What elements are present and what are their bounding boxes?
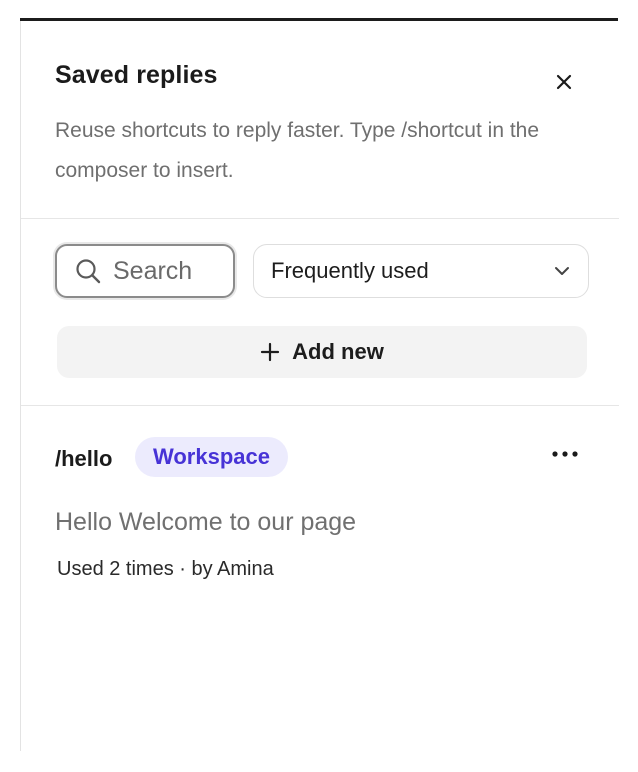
saved-replies-panel: Saved replies Reuse shortcuts to reply f… <box>20 21 619 751</box>
add-new-button[interactable]: Add new <box>57 326 587 378</box>
saved-reply-item[interactable]: /hello Workspace Hello Welcome to our pa… <box>21 406 619 606</box>
more-options-button[interactable] <box>547 442 583 466</box>
panel-title: Saved replies <box>55 61 218 89</box>
search-input[interactable] <box>113 256 223 286</box>
panel-description: Reuse shortcuts to reply faster. Type /s… <box>55 119 540 182</box>
more-horizontal-icon <box>552 451 578 457</box>
close-icon <box>556 74 572 90</box>
panel-header: Saved replies Reuse shortcuts to reply f… <box>21 21 619 219</box>
sort-select[interactable]: Frequently used <box>253 244 589 298</box>
reply-text: Hello Welcome to our page <box>55 508 357 536</box>
plus-icon <box>261 342 280 362</box>
scope-badge: Workspace <box>135 437 288 477</box>
chevron-down-icon <box>555 267 569 275</box>
search-icon <box>76 259 101 284</box>
sort-select-value: Frequently used <box>271 258 429 283</box>
add-new-label: Add new <box>292 339 384 364</box>
reply-meta: Used 2 times · by Amina <box>57 558 274 580</box>
close-button[interactable] <box>549 67 579 97</box>
controls-section: Frequently used Add new <box>21 219 619 406</box>
reply-shortcut: /hello <box>55 446 113 471</box>
search-field[interactable] <box>55 244 235 298</box>
